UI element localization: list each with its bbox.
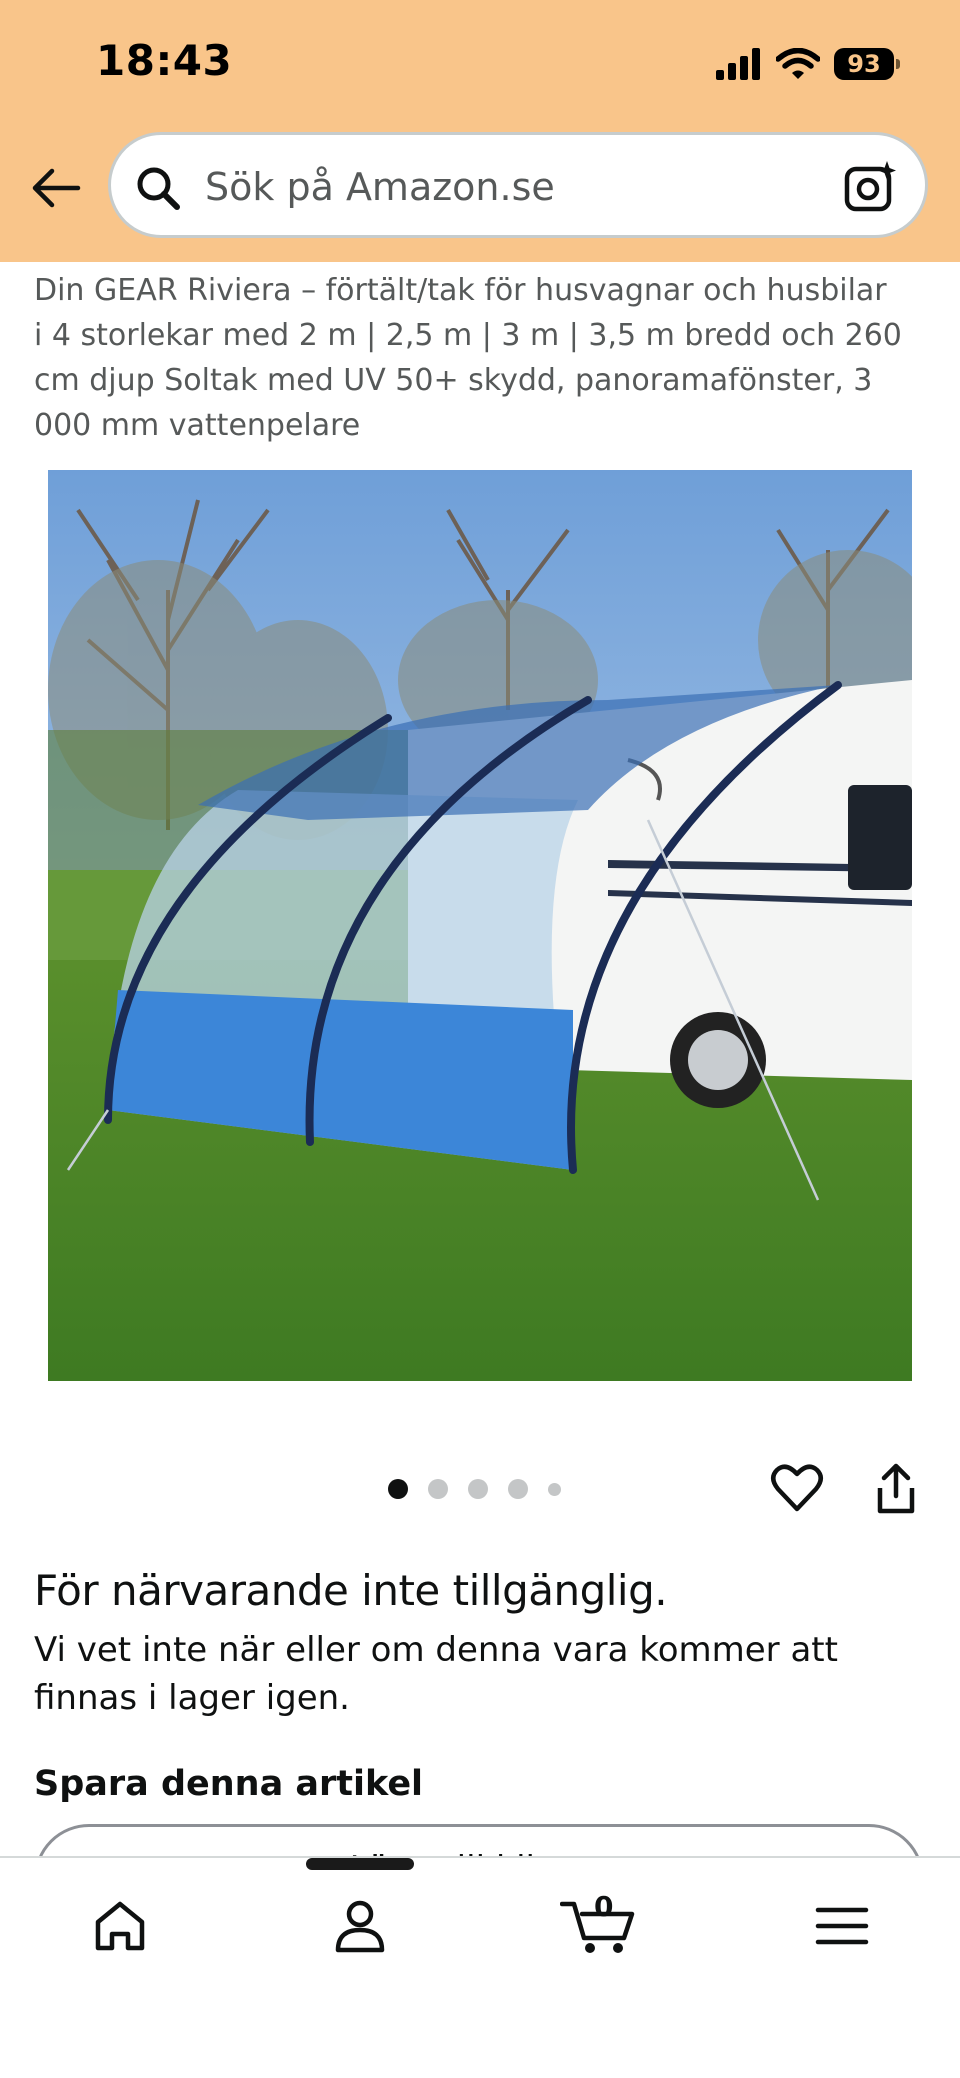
wifi-icon [776,48,820,79]
home-indicator [306,1858,414,1870]
heart-icon[interactable] [770,1462,824,1514]
save-heading: Spara denna artikel [34,1764,424,1804]
top-header: 18:43 93 Sök på Amazon.se [0,0,960,262]
status-time: 18:43 [96,36,233,85]
bottom-navigation [0,1856,960,2078]
pagination-dot-4[interactable] [508,1479,528,1499]
pagination-dot-3[interactable] [468,1479,488,1499]
share-icon[interactable] [872,1462,920,1516]
product-title[interactable]: Din GEAR Riviera – förtält/tak för husva… [34,268,904,448]
search-input[interactable]: Sök på Amazon.se [108,132,928,238]
pagination-dot-5[interactable] [548,1482,561,1496]
search-icon [137,167,180,210]
image-pagination[interactable] [388,1478,561,1500]
pagination-dot-2[interactable] [428,1479,448,1499]
signal-icon [716,48,760,80]
pagination-dot-1[interactable] [388,1479,408,1499]
home-icon[interactable] [90,1896,150,1956]
availability-note: Vi vet inte när eller om denna vara komm… [34,1630,838,1718]
battery-indicator: 93 [834,48,900,80]
cart-count: 0 [594,1890,614,1923]
product-image[interactable] [48,470,912,1381]
account-icon[interactable] [330,1896,390,1956]
menu-icon[interactable] [812,1896,872,1956]
back-arrow-icon[interactable] [30,166,82,210]
status-icons: 93 [716,44,900,84]
search-placeholder: Sök på Amazon.se [205,165,555,209]
availability-status: För närvarande inte tillgänglig. [34,1566,668,1615]
camera-icon[interactable] [843,157,903,215]
